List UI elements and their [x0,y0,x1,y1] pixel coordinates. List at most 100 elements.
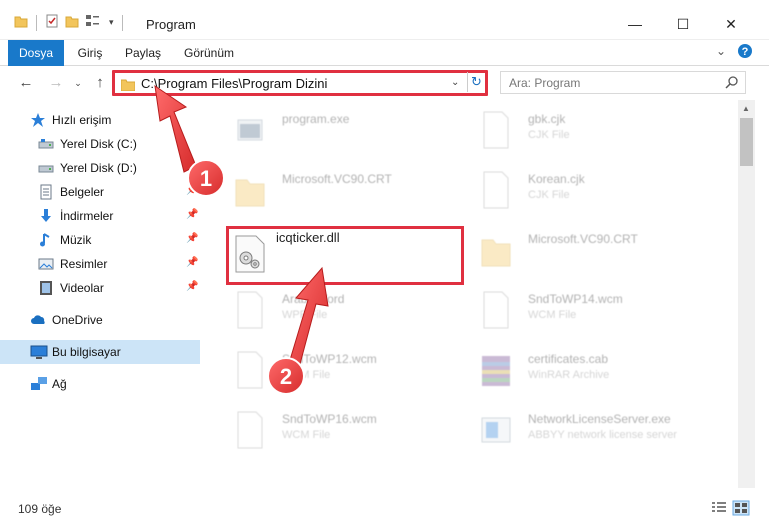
item-count: 109 öğe [18,502,62,516]
sidebar-item-label: Belgeler [60,185,105,199]
file-item[interactable]: gbk.cjk CJK File [480,106,710,162]
network-icon [30,376,47,392]
sidebar-item-documents[interactable]: Belgeler 📌 [0,180,200,204]
file-item[interactable]: program.exe [234,106,454,162]
large-icons-view-icon[interactable] [732,500,750,516]
back-arrow-icon[interactable]: ← [16,73,36,93]
pin-icon[interactable]: 📌 [186,233,198,244]
refresh-icon[interactable]: ↻ [467,72,485,92]
tab-paylas[interactable]: Paylaş [120,40,166,66]
sidebar-item-disk-c[interactable]: Yerel Disk (C:) [0,132,200,156]
forward-arrow-icon[interactable]: → [46,73,66,93]
downloads-icon [38,208,54,224]
file-item[interactable]: Microsoft.VC90.CRT [234,166,454,222]
sidebar-item-videos[interactable]: Videolar 📌 [0,276,200,300]
pin-icon[interactable]: 📌 [186,209,198,220]
sidebar-item-music[interactable]: Müzik 📌 [0,228,200,252]
sidebar-item-network[interactable]: Ağ [0,372,200,396]
address-bar[interactable]: C:\Program Files\Program Dizini ⌄ ↻ [112,70,488,96]
sidebar-item-this-pc[interactable]: Bu bilgisayar [0,340,200,364]
tab-dosya[interactable]: Dosya [8,40,64,66]
file-item[interactable]: Microsoft.VC90.CRT [480,226,710,282]
folder-icon [120,78,136,94]
file-type: CJK File [528,129,570,141]
vertical-scrollbar[interactable]: ▲ [738,100,755,488]
file-icon [480,110,512,150]
file-item-icqticker[interactable]: icqticker.dll [234,230,454,286]
file-name: NetworkLicenseServer.exe [528,412,671,426]
sidebar-item-label: Müzik [60,233,92,247]
file-name: Microsoft.VC90.CRT [282,172,392,186]
file-type: WCM File [282,429,331,441]
maximize-button[interactable]: ☐ [660,8,706,40]
view-options-icon[interactable] [85,14,103,31]
file-item[interactable]: SndToWP14.wcm WCM File [480,286,710,342]
exe-icon [234,110,266,150]
pin-icon[interactable]: 📌 [186,185,198,196]
file-type: WPF File [282,309,328,321]
file-list: program.exe gbk.cjk CJK File Microsoft.V… [208,100,738,488]
archive-icon [480,350,512,390]
file-icon [234,350,266,390]
pin-icon[interactable]: 📌 [186,281,198,292]
new-folder-icon[interactable] [65,14,79,31]
folder-icon [480,230,512,270]
sidebar-item-quick-access[interactable]: Hızlı erişim [0,108,200,132]
up-arrow-icon[interactable]: ↑ [90,73,110,93]
tab-giris[interactable]: Giriş [70,40,110,66]
dll-icon [234,234,266,274]
sidebar-item-pictures[interactable]: Resimler 📌 [0,252,200,276]
file-type: CJK File [528,189,570,201]
tab-gorunum[interactable]: Görünüm [178,40,240,66]
drive-icon [38,160,54,176]
file-item[interactable]: SndToWP16.wcm WCM File [234,406,454,462]
file-name: SndToWP14.wcm [528,292,623,306]
scrollbar-thumb[interactable] [740,118,753,166]
file-name: certificates.cab [528,352,609,366]
file-item[interactable]: Korean.cjk CJK File [480,166,710,222]
file-name: program.exe [282,112,350,126]
close-button[interactable]: ✕ [708,8,754,40]
file-item[interactable]: ArabicWord WPF File [234,286,454,342]
properties-icon[interactable] [45,14,59,31]
chevron-down-icon[interactable]: ▾ [109,17,114,28]
help-icon[interactable]: ? [737,43,753,62]
pictures-icon [38,256,54,272]
file-type: WinRAR Archive [528,369,610,381]
recent-locations-icon[interactable]: ⌄ [68,73,88,93]
scroll-up-icon[interactable]: ▲ [742,104,750,113]
sidebar-item-disk-d[interactable]: Yerel Disk (D:) [0,156,200,180]
pin-icon[interactable]: 📌 [186,257,198,268]
sidebar-item-onedrive[interactable]: OneDrive [0,308,200,332]
quick-access-toolbar: ▾ [14,14,125,31]
sidebar-item-label: İndirmeler [60,209,114,223]
file-item[interactable]: certificates.cab WinRAR Archive [480,346,710,402]
file-type: WCM File [528,309,577,321]
file-icon [234,410,266,450]
navigation-pane: Hızlı erişim Yerel Disk (C:) Yerel Disk … [0,100,208,488]
details-view-icon[interactable] [710,500,728,516]
file-name: ArabicWord [282,292,345,306]
search-placeholder: Ara: Program [509,76,581,90]
file-icon [480,170,512,210]
address-dropdown-icon[interactable]: ⌄ [451,77,459,88]
file-name: icqticker.dll [276,230,340,245]
address-path[interactable]: C:\Program Files\Program Dizini [141,76,327,91]
expand-ribbon-icon[interactable]: ⌄ [716,44,726,58]
minimize-button[interactable]: — [612,8,658,40]
sidebar-item-label: Yerel Disk (D:) [60,161,137,175]
search-icon[interactable] [725,75,739,92]
search-input[interactable]: Ara: Program [500,71,746,94]
file-item[interactable]: NetworkLicenseServer.exe ABBYY network l… [480,406,710,462]
file-icon [480,290,512,330]
sidebar-item-label: Ağ [52,377,67,391]
computer-icon [30,344,48,360]
sidebar-item-label: Bu bilgisayar [52,345,121,359]
file-name: Microsoft.VC90.CRT [528,232,638,246]
sidebar-item-label: Resimler [60,257,108,271]
ribbon-tabs: Dosya Giriş Paylaş Görünüm ⌄ ? [0,40,769,66]
sidebar-item-downloads[interactable]: İndirmeler 📌 [0,204,200,228]
sidebar-item-label: Hızlı erişim [52,113,112,127]
file-item[interactable]: SndToWP12.wcm WCM File [234,346,454,402]
folder-icon[interactable] [14,14,28,31]
